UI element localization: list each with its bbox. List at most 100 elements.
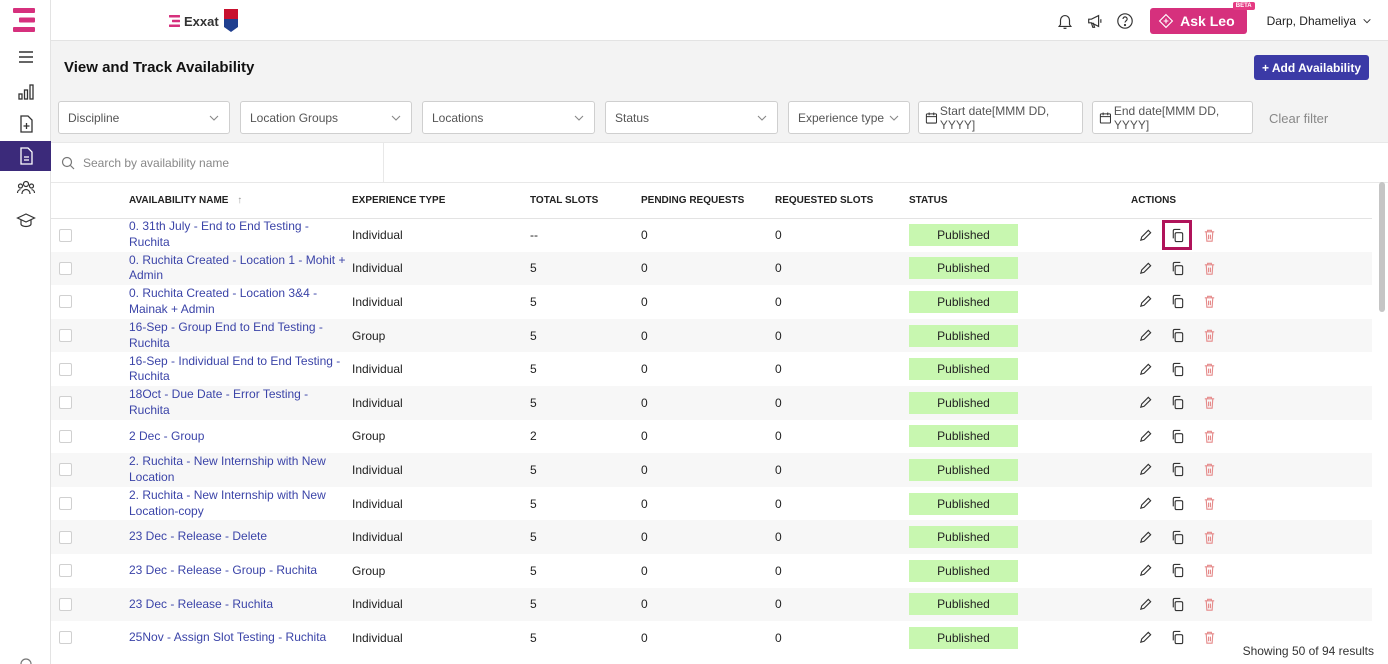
table-row[interactable]: 0. 31th July - End to End Testing - Ruch… xyxy=(51,218,1372,252)
chart-icon[interactable] xyxy=(0,77,51,107)
availability-name-link[interactable]: 2. Ruchita - New Internship with New Loc… xyxy=(129,488,352,519)
copy-icon[interactable] xyxy=(1169,395,1185,411)
doc-icon[interactable] xyxy=(0,141,51,171)
table-row[interactable]: 16-Sep - Individual End to End Testing -… xyxy=(51,352,1372,386)
copy-icon[interactable] xyxy=(1169,630,1185,646)
sort-up-icon[interactable]: ↑ xyxy=(237,195,242,206)
row-checkbox[interactable] xyxy=(59,463,72,477)
table-row[interactable]: 2 Dec - Group Group 2 0 0 Published xyxy=(51,420,1372,454)
delete-icon[interactable] xyxy=(1201,361,1217,377)
edit-icon[interactable] xyxy=(1137,260,1153,276)
menu-icon[interactable] xyxy=(0,42,51,72)
table-row[interactable]: 18Oct - Due Date - Error Testing - Ruchi… xyxy=(51,385,1372,420)
table-row[interactable]: 2. Ruchita - New Internship with New Loc… xyxy=(51,487,1372,521)
row-checkbox[interactable] xyxy=(59,329,72,343)
availability-name-link[interactable]: 23 Dec - Release - Delete xyxy=(129,529,352,545)
table-row[interactable]: 23 Dec - Release - Group - Ruchita Group 5… xyxy=(51,554,1372,588)
experience-type-filter[interactable]: Experience type xyxy=(788,101,910,134)
copy-icon[interactable] xyxy=(1169,529,1185,545)
delete-icon[interactable] xyxy=(1201,428,1217,444)
table-row[interactable]: 16-Sep - Group End to End Testing - Ruch… xyxy=(51,318,1372,353)
copy-icon[interactable] xyxy=(1169,596,1185,612)
megaphone-icon[interactable] xyxy=(1084,10,1106,32)
search-input[interactable] xyxy=(83,156,363,170)
add-availability-button[interactable]: + Add Availability xyxy=(1253,55,1369,80)
clear-filter-link[interactable]: Clear filter xyxy=(1269,111,1328,126)
edit-icon[interactable] xyxy=(1137,227,1153,243)
edit-icon[interactable] xyxy=(1137,361,1153,377)
copy-icon[interactable] xyxy=(1169,361,1185,377)
settings-icon[interactable] xyxy=(18,656,34,664)
availability-name-link[interactable]: 0. 31th July - End to End Testing - Ruch… xyxy=(129,219,352,250)
row-checkbox[interactable] xyxy=(59,530,72,544)
add-doc-icon[interactable] xyxy=(0,109,51,139)
availability-name-link[interactable]: 23 Dec - Release - Group - Ruchita xyxy=(129,563,352,579)
delete-icon[interactable] xyxy=(1201,294,1217,310)
start-date-input[interactable]: Start date[MMM DD, YYYY] xyxy=(918,101,1083,134)
end-date-input[interactable]: End date[MMM DD, YYYY] xyxy=(1092,101,1253,134)
edit-icon[interactable] xyxy=(1137,328,1153,344)
availability-name-link[interactable]: 16-Sep - Group End to End Testing - Ruch… xyxy=(129,320,352,351)
copy-icon[interactable] xyxy=(1169,496,1185,512)
edit-icon[interactable] xyxy=(1137,596,1153,612)
status-filter[interactable]: Status xyxy=(605,101,778,134)
table-row[interactable]: 25Nov - Assign Slot Testing - Ruchita Ind… xyxy=(51,621,1372,655)
name-column-header[interactable]: AVAILABILITY NAME ↑ xyxy=(129,183,352,219)
edit-icon[interactable] xyxy=(1137,395,1153,411)
ask-leo-button[interactable]: Ask Leo BETA xyxy=(1150,1,1255,34)
row-checkbox[interactable] xyxy=(59,631,72,645)
copy-icon[interactable] xyxy=(1169,328,1185,344)
locations-filter[interactable]: Locations xyxy=(422,101,595,134)
location-groups-filter[interactable]: Location Groups xyxy=(240,101,412,134)
edit-icon[interactable] xyxy=(1137,294,1153,310)
row-checkbox[interactable] xyxy=(59,497,72,511)
copy-icon[interactable] xyxy=(1169,462,1185,478)
table-row[interactable]: 23 Dec - Release - Ruchita Individual 5 0 0 P… xyxy=(51,587,1372,622)
discipline-filter[interactable]: Discipline xyxy=(58,101,230,134)
delete-icon[interactable] xyxy=(1201,462,1217,478)
edit-icon[interactable] xyxy=(1137,496,1153,512)
graduation-icon[interactable] xyxy=(0,205,51,235)
availability-name-link[interactable]: 16-Sep - Individual End to End Testing -… xyxy=(129,354,352,385)
availability-name-link[interactable]: 0. Ruchita Created - Location 3&4 - Main… xyxy=(129,286,352,317)
table-row[interactable]: 23 Dec - Release - Delete Individual 5 0 0 Pu… xyxy=(51,520,1372,554)
availability-name-link[interactable]: 2 Dec - Group xyxy=(129,429,352,445)
vertical-scrollbar[interactable] xyxy=(1379,182,1385,312)
edit-icon[interactable] xyxy=(1137,529,1153,545)
row-checkbox[interactable] xyxy=(59,429,72,443)
delete-icon[interactable] xyxy=(1201,529,1217,545)
copy-icon[interactable] xyxy=(1169,428,1185,444)
row-checkbox[interactable] xyxy=(59,564,72,578)
copy-icon[interactable] xyxy=(1169,294,1185,310)
copy-icon[interactable] xyxy=(1169,563,1185,579)
user-menu[interactable]: Darp, Dhameliya xyxy=(1267,14,1372,28)
delete-icon[interactable] xyxy=(1201,596,1217,612)
delete-icon[interactable] xyxy=(1201,496,1217,512)
row-checkbox[interactable] xyxy=(59,261,72,275)
copy-icon[interactable] xyxy=(1169,260,1185,276)
table-row[interactable]: 0. Ruchita Created - Location 1 - Mohit … xyxy=(51,251,1372,286)
delete-icon[interactable] xyxy=(1201,227,1217,243)
edit-icon[interactable] xyxy=(1137,462,1153,478)
brand[interactable]: Exxat xyxy=(169,9,239,33)
table-row[interactable]: 0. Ruchita Created - Location 3&4 - Main… xyxy=(51,285,1372,319)
availability-name-link[interactable]: 2. Ruchita - New Internship with New Loc… xyxy=(129,454,352,485)
edit-icon[interactable] xyxy=(1137,428,1153,444)
delete-icon[interactable] xyxy=(1201,328,1217,344)
people-icon[interactable] xyxy=(0,173,51,203)
delete-icon[interactable] xyxy=(1201,395,1217,411)
edit-icon[interactable] xyxy=(1137,563,1153,579)
help-icon[interactable] xyxy=(1114,10,1136,32)
table-row[interactable]: 2. Ruchita - New Internship with New Loc… xyxy=(51,453,1372,487)
delete-icon[interactable] xyxy=(1201,563,1217,579)
row-checkbox[interactable] xyxy=(59,396,72,410)
copy-icon[interactable] xyxy=(1162,220,1192,251)
availability-name-link[interactable]: 25Nov - Assign Slot Testing - Ruchita xyxy=(129,630,352,646)
row-checkbox[interactable] xyxy=(59,362,72,376)
row-checkbox[interactable] xyxy=(59,597,72,611)
row-checkbox[interactable] xyxy=(59,295,72,309)
delete-icon[interactable] xyxy=(1201,630,1217,646)
availability-name-link[interactable]: 18Oct - Due Date - Error Testing - Ruchi… xyxy=(129,387,352,418)
availability-name-link[interactable]: 23 Dec - Release - Ruchita xyxy=(129,597,352,613)
bell-icon[interactable] xyxy=(1054,10,1076,32)
